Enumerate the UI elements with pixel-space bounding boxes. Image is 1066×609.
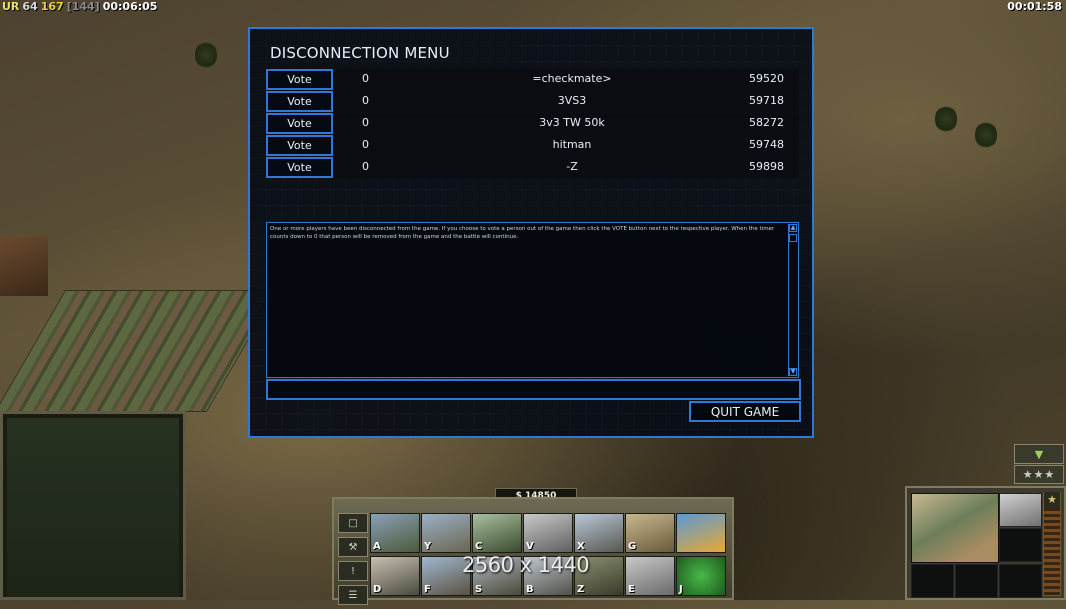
star-icon: ★ bbox=[1044, 492, 1060, 508]
hotkey-label: B bbox=[526, 584, 534, 595]
hud-game-time: 00:06:05 bbox=[102, 0, 158, 13]
build-slot[interactable]: C bbox=[472, 513, 522, 553]
selected-unit-portrait bbox=[911, 493, 999, 563]
resolution-watermark: 2560 x 1440 bbox=[462, 553, 590, 577]
player-row: Vote 0 3v3 TW 50k 58272 bbox=[266, 112, 799, 134]
unit-slot[interactable] bbox=[999, 528, 1042, 562]
build-slot[interactable]: G bbox=[625, 513, 675, 553]
chat-input[interactable] bbox=[266, 379, 801, 400]
build-slot[interactable]: A bbox=[370, 513, 420, 553]
hotkey-label: J bbox=[679, 584, 683, 595]
building bbox=[0, 236, 48, 296]
player-row: Vote 0 hitman 59748 bbox=[266, 134, 799, 156]
dialog-title: DISCONNECTION MENU bbox=[270, 44, 450, 62]
vote-button[interactable]: Vote bbox=[266, 69, 333, 90]
hud-value-1: 64 bbox=[22, 0, 38, 13]
alert-icon[interactable]: ! bbox=[338, 561, 368, 581]
message-scrollbar[interactable]: ▲ ▼ bbox=[788, 224, 797, 376]
hotkey-label: C bbox=[475, 541, 483, 552]
player-name: 3VS3 bbox=[557, 94, 587, 107]
player-ping: 59718 bbox=[749, 94, 784, 107]
dollar-icon[interactable]: J bbox=[676, 556, 726, 596]
player-ping: 59898 bbox=[749, 160, 784, 173]
player-name: 3v3 TW 50k bbox=[539, 116, 605, 129]
hotkey-label: A bbox=[373, 541, 381, 552]
vote-button[interactable]: Vote bbox=[266, 157, 333, 178]
player-row: Vote 0 -Z 59898 bbox=[266, 156, 799, 178]
select-all-icon[interactable]: □ bbox=[338, 513, 368, 533]
hotkey-label: F bbox=[424, 584, 431, 595]
unit-slot[interactable] bbox=[999, 564, 1042, 598]
player-row: Vote 0 =checkmate> 59520 bbox=[266, 68, 799, 90]
hud-tag: UR bbox=[2, 0, 20, 13]
player-ping: 59520 bbox=[749, 72, 784, 85]
vote-count: 0 bbox=[362, 94, 369, 107]
player-name: =checkmate> bbox=[532, 72, 612, 85]
rank-stars-button[interactable]: ★★★ bbox=[1014, 465, 1064, 484]
scroll-down-icon[interactable]: ▼ bbox=[789, 368, 797, 376]
message-box[interactable]: One or more players have been disconnect… bbox=[266, 222, 799, 378]
command-bar: □ ⚒ ! ☰ A Y C V X G D F S B Z E J bbox=[332, 497, 734, 605]
build-slot[interactable]: V bbox=[523, 513, 573, 553]
unit-slot[interactable] bbox=[911, 564, 954, 598]
unit-slot[interactable] bbox=[999, 493, 1042, 527]
unit-slot[interactable] bbox=[955, 564, 998, 598]
build-slot[interactable]: E bbox=[625, 556, 675, 596]
hotkey-label: Y bbox=[424, 541, 432, 552]
hud-resource-readout: UR 64 167 [144] 00:06:05 bbox=[2, 0, 157, 14]
player-name: -Z bbox=[566, 160, 578, 173]
vote-count: 0 bbox=[362, 138, 369, 151]
vote-count: 0 bbox=[362, 116, 369, 129]
unit-info-panel: ★ bbox=[905, 486, 1066, 600]
hotkey-label: S bbox=[475, 584, 483, 595]
build-slot[interactable]: Y bbox=[421, 513, 471, 553]
scroll-up-icon[interactable]: ▲ bbox=[789, 224, 797, 232]
supply-depot bbox=[0, 290, 278, 412]
tree bbox=[935, 104, 957, 134]
radar-panel bbox=[0, 411, 186, 600]
player-ping: 58272 bbox=[749, 116, 784, 129]
hud-value-2: 167 bbox=[40, 0, 64, 13]
hotkey-label: E bbox=[628, 584, 635, 595]
chevron-down-icon[interactable]: ▼ bbox=[1014, 444, 1064, 464]
tree bbox=[975, 120, 997, 150]
vote-button[interactable]: Vote bbox=[266, 135, 333, 156]
build-slot[interactable]: X bbox=[574, 513, 624, 553]
hotkey-label: V bbox=[526, 541, 534, 552]
player-name: hitman bbox=[552, 138, 592, 151]
command-side-buttons: □ ⚒ ! ☰ bbox=[338, 513, 368, 609]
disconnection-dialog: DISCONNECTION MENU Vote 0 =checkmate> 59… bbox=[248, 27, 814, 438]
player-ping: 59748 bbox=[749, 138, 784, 151]
tree bbox=[195, 40, 217, 70]
flag-slot[interactable] bbox=[676, 513, 726, 553]
hud-timer: 00:01:58 bbox=[1007, 0, 1062, 13]
wrench-icon[interactable]: ⚒ bbox=[338, 537, 368, 557]
hotkey-label: X bbox=[577, 541, 585, 552]
hotkey-label: D bbox=[373, 584, 382, 595]
vote-count: 0 bbox=[362, 72, 369, 85]
options-icon[interactable]: ☰ bbox=[338, 585, 368, 605]
hotkey-label: G bbox=[628, 541, 637, 552]
quit-game-button[interactable]: QUIT GAME bbox=[689, 401, 801, 422]
message-text: One or more players have been disconnect… bbox=[270, 226, 775, 240]
player-list: Vote 0 =checkmate> 59520 Vote 0 3VS3 597… bbox=[266, 68, 799, 178]
build-slot[interactable]: D bbox=[370, 556, 420, 596]
vote-count: 0 bbox=[362, 160, 369, 173]
vote-button[interactable]: Vote bbox=[266, 113, 333, 134]
hud-value-3: [144] bbox=[66, 0, 100, 13]
hotkey-label: Z bbox=[577, 584, 585, 595]
vote-button[interactable]: Vote bbox=[266, 91, 333, 112]
scroll-thumb[interactable] bbox=[789, 234, 797, 242]
player-row: Vote 0 3VS3 59718 bbox=[266, 90, 799, 112]
radar-screen[interactable] bbox=[7, 418, 179, 597]
